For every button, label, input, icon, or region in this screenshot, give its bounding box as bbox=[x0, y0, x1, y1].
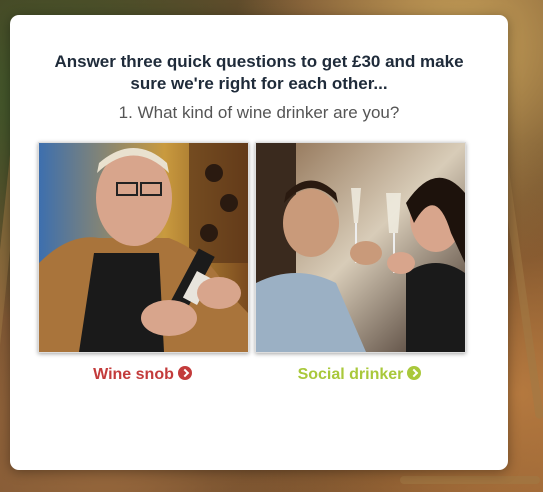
question-text: 1. What kind of wine drinker are you? bbox=[118, 103, 400, 122]
modal-heading: Answer three quick questions to get £30 … bbox=[54, 52, 464, 93]
chevron-right-circle-icon bbox=[177, 366, 192, 380]
social-drinker-link[interactable]: Social drinker bbox=[255, 366, 464, 384]
social-drinker-image[interactable] bbox=[255, 142, 466, 353]
wine-snob-image[interactable] bbox=[38, 142, 249, 353]
social-drinker-label: Social drinker bbox=[297, 366, 404, 383]
wine-snob-label: Wine snob bbox=[93, 366, 174, 383]
chevron-right-circle-icon bbox=[407, 366, 422, 380]
wine-snob-link[interactable]: Wine snob bbox=[38, 366, 247, 384]
quiz-modal: Answer three quick questions to get £30 … bbox=[10, 15, 508, 470]
